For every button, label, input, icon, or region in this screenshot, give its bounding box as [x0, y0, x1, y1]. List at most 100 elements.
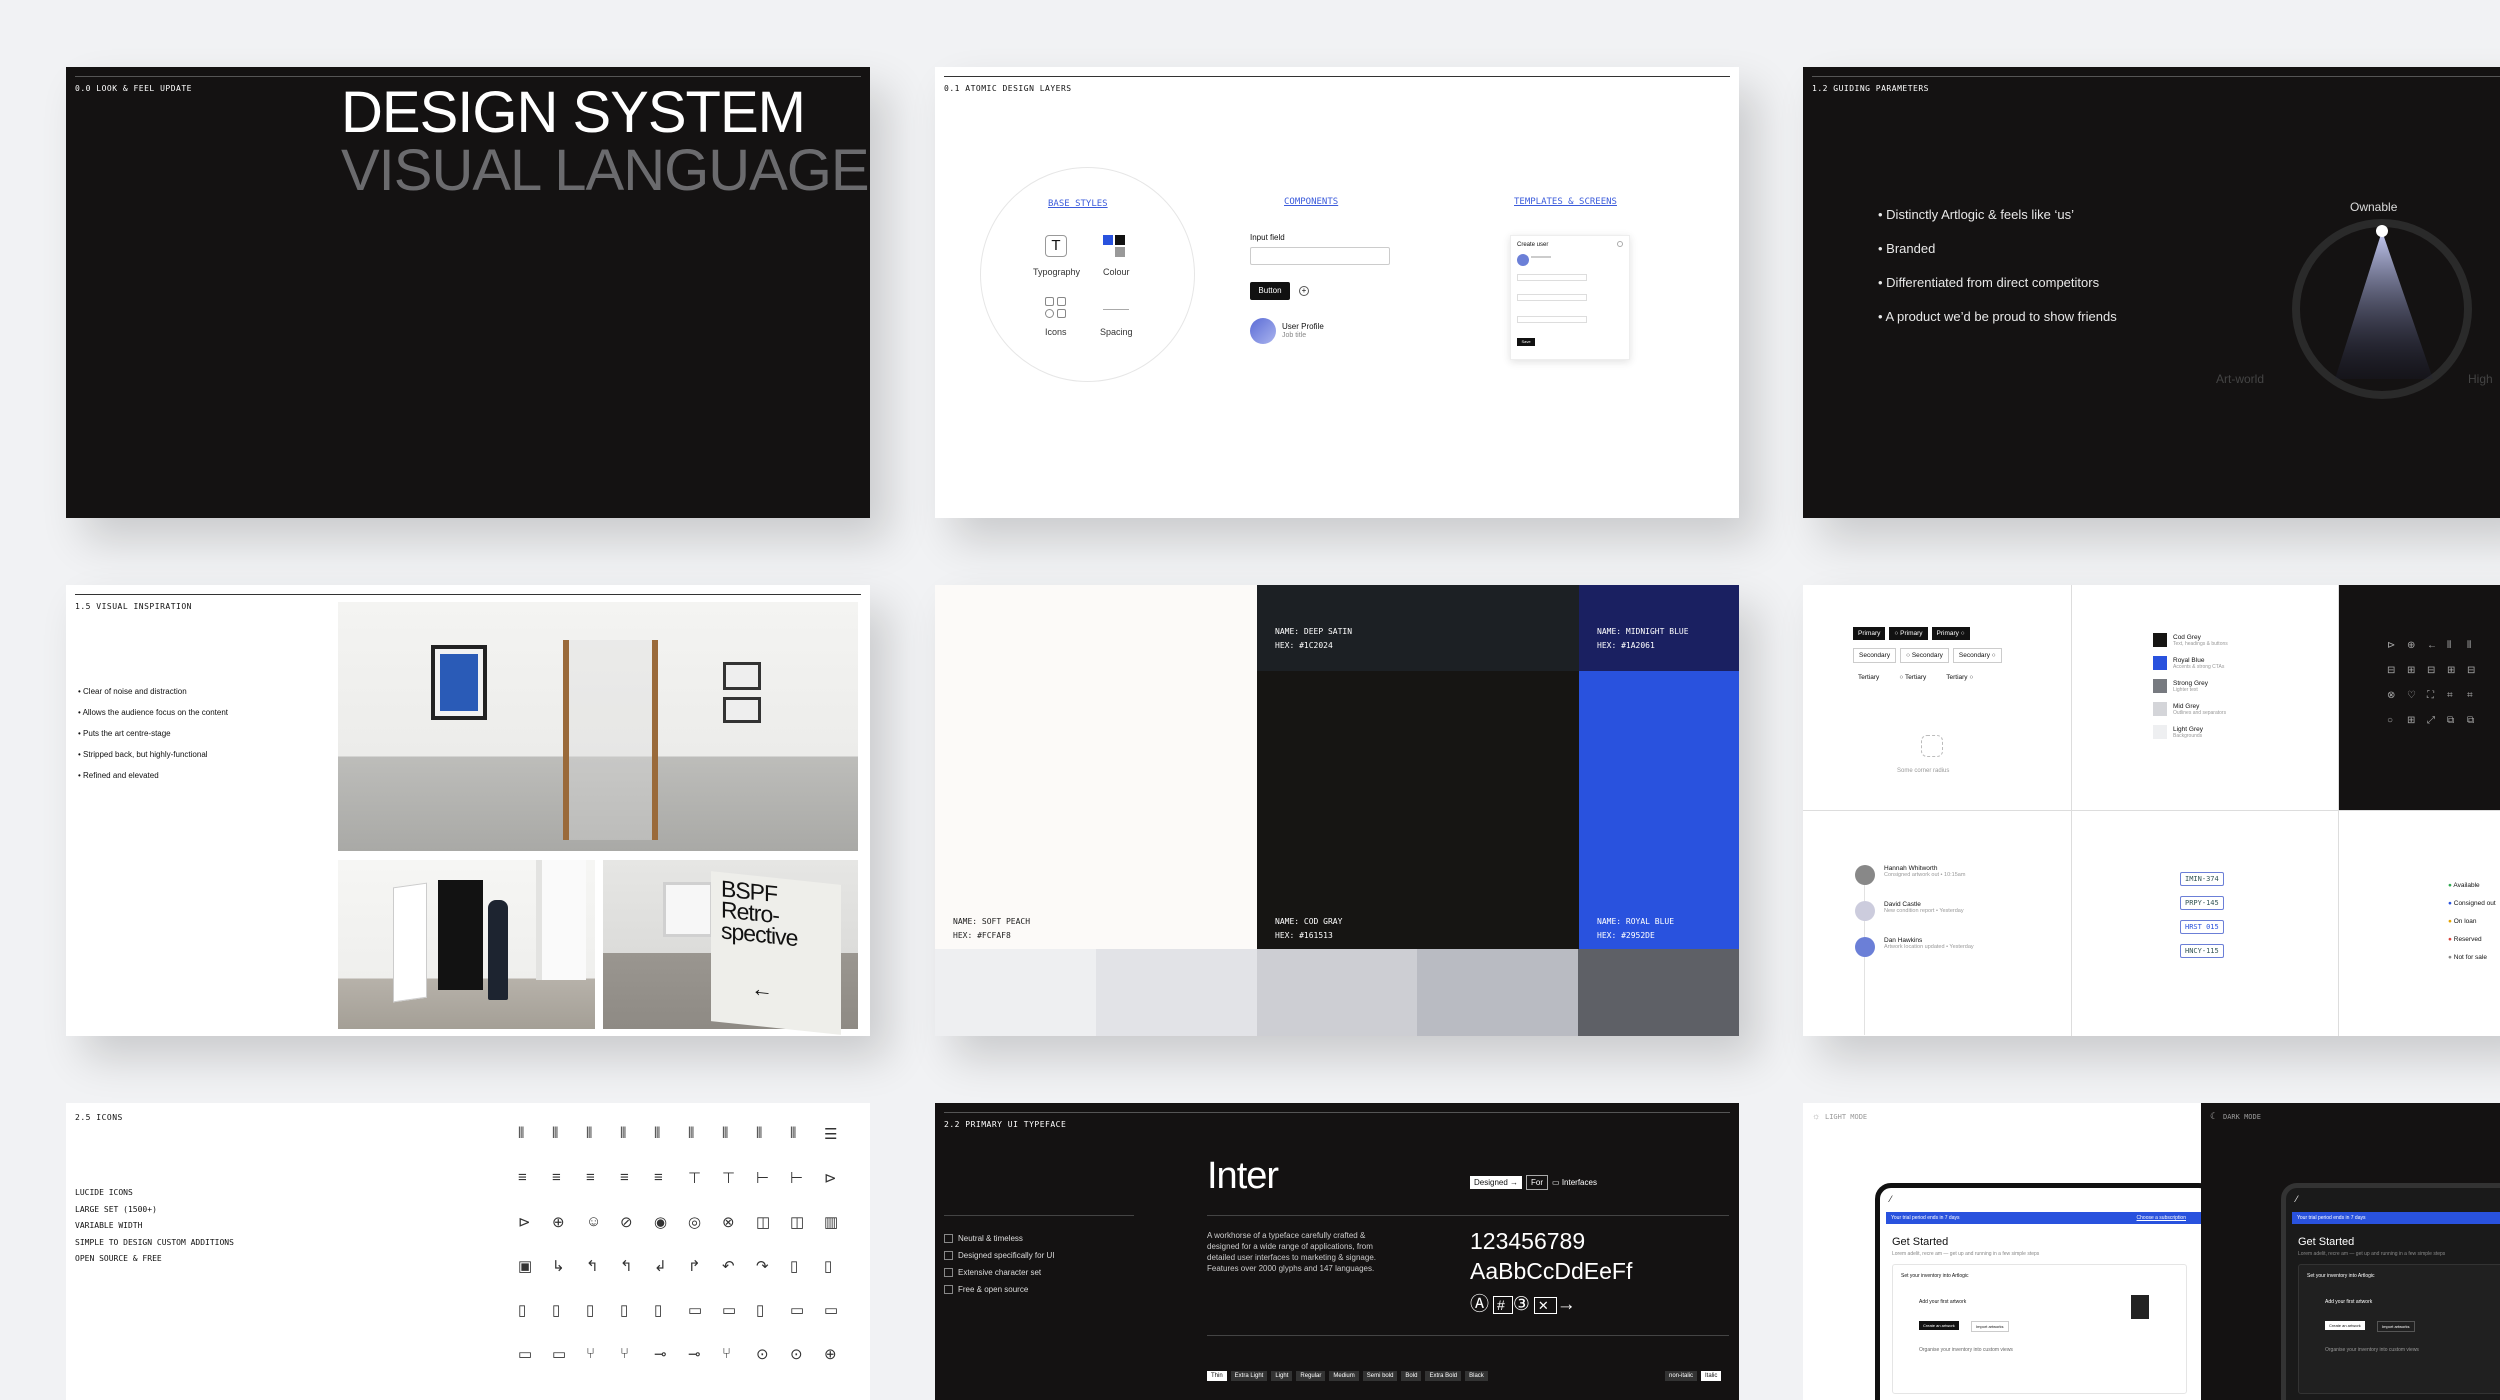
step-title: Set your inventory into Artlogic — [2307, 1273, 2375, 1279]
slash-circle-icon: ⊘ — [620, 1214, 633, 1231]
gallery-photo-installation — [338, 860, 595, 1029]
colour-legend-item: Strong Grey Lighter text — [2153, 679, 2228, 693]
align-vertical-icon: ⫴ — [756, 1125, 763, 1142]
poster-text: BSPF Retro- spective — [721, 875, 798, 952]
swatch-name: NAME: ROYAL BLUE — [1597, 917, 1675, 926]
card-typeface: 2.2 PRIMARY UI TYPEFACE Neutral & timele… — [935, 1103, 1739, 1400]
digits-sample: 123456789 — [1470, 1228, 1586, 1254]
undo-icon: ↶ — [722, 1258, 735, 1275]
weight-chip[interactable]: Thin — [1207, 1371, 1227, 1381]
create-artwork-button[interactable]: Create an artwork — [1919, 1321, 1959, 1330]
user-circle-icon: ◉ — [654, 1214, 668, 1231]
import-artworks-button[interactable]: Import artworks — [1971, 1321, 2009, 1332]
corner-up-right-icon: ↱ — [688, 1258, 701, 1275]
templates-heading[interactable]: TEMPLATES & SCREENS — [1514, 197, 1617, 207]
weight-chip[interactable]: Medium — [1329, 1371, 1359, 1381]
stock-code: IMIN-374 — [2180, 872, 2224, 886]
designed-chip: Designed → — [1470, 1176, 1523, 1189]
primary-button[interactable]: ○ Primary — [1889, 627, 1928, 640]
swatch-hex: HEX: #1A2061 — [1597, 641, 1655, 650]
secondary-button[interactable]: Secondary ○ — [1952, 648, 2002, 663]
plus-circle-icon: ⊕ — [552, 1214, 565, 1231]
weight-chip[interactable]: Regular — [1296, 1371, 1326, 1381]
corner-left-up-icon: ↰ — [586, 1258, 599, 1275]
import-artworks-button[interactable]: Import artworks — [2377, 1321, 2415, 1332]
weight-chip[interactable]: Bold — [1401, 1371, 1422, 1381]
tertiary-button[interactable]: Tertiary ○ — [1941, 671, 1978, 684]
weight-chip[interactable]: Extra Bold — [1425, 1371, 1462, 1381]
stock-code: HRST 015 — [2180, 920, 2224, 934]
parameter-item: • Differentiated from direct competitors — [1878, 275, 2100, 290]
git-commit-icon: ⊸ — [654, 1346, 667, 1363]
git-branch-icon: ⑂ — [586, 1345, 596, 1362]
feature-list: Neutral & timeless Designed specifically… — [944, 1230, 1054, 1298]
status-item: ● Reserved — [2448, 936, 2482, 943]
link-icon: ⊗ — [2387, 690, 2396, 701]
stock-code: HNCY-115 — [2180, 944, 2224, 958]
weight-chip[interactable]: Semi bold — [1362, 1371, 1398, 1381]
primary-button[interactable]: Primary — [1853, 627, 1886, 640]
typography-icon: T — [1045, 235, 1067, 257]
file-icon: ▯ — [756, 1302, 765, 1319]
contacts-step: Organise your inventory into custom view… — [2325, 1347, 2419, 1353]
input-field-label: Input field — [1250, 233, 1285, 242]
profile-role: Job title — [1282, 332, 1307, 339]
corner-radius-label: Some corner radius — [1897, 768, 1950, 774]
gallery-photo-main — [338, 602, 858, 851]
folder-icon: ▭ — [790, 1302, 805, 1319]
avatar — [1250, 318, 1276, 344]
non-italic-chip[interactable]: non-italic — [1665, 1371, 1698, 1381]
icons-icon — [1045, 297, 1069, 321]
dark-mode-label: DARK MODE — [2223, 1113, 2261, 1121]
subscription-link[interactable]: Choose a subscription — [2137, 1215, 2186, 1221]
columns-icon: ◫ — [790, 1214, 805, 1231]
components-heading[interactable]: COMPONENTS — [1284, 197, 1338, 207]
inspiration-item: • Allows the audience focus on the conte… — [78, 708, 229, 717]
interfaces-chip: ▭ Interfaces — [1552, 1178, 1597, 1187]
tertiary-button[interactable]: Tertiary — [1853, 671, 1884, 684]
grid-icon: ⊞ — [2407, 715, 2416, 726]
moon-icon: ☾ — [2210, 1111, 2219, 1121]
create-artwork-button[interactable]: Create an artwork — [2325, 1321, 2365, 1330]
parameter-list: • Distinctly Artlogic & feels like ‘us’ … — [1878, 207, 2117, 343]
icons-description-line: OPEN SOURCE & FREE — [75, 1254, 162, 1263]
italic-chip[interactable]: Italic — [1701, 1371, 1722, 1381]
grey-swatch — [1095, 949, 1257, 1036]
tertiary-button[interactable]: ○ Tertiary — [1894, 671, 1931, 684]
plus-circle-icon[interactable]: + — [1299, 286, 1309, 296]
align-top-icon: ⊤ — [722, 1170, 736, 1187]
align-vertical-icon: ⫴ — [722, 1125, 729, 1142]
arrow-left-icon: ← — [751, 975, 773, 1003]
weight-chip[interactable]: Black — [1465, 1371, 1488, 1381]
feature-item: Free & open source — [944, 1281, 1054, 1298]
smile-icon: ☺ — [586, 1213, 602, 1230]
sample-button[interactable]: Button — [1250, 282, 1290, 300]
glyph-samples: Ⓐ # ③ ✕ → — [1470, 1294, 1580, 1315]
trial-banner: Your trial period ends in 7 days — [2292, 1212, 2500, 1224]
base-styles-heading[interactable]: BASE STYLES — [1048, 199, 1108, 209]
card-icons: 2.5 ICONS LUCIDE ICONS LARGE SET (1500+)… — [66, 1103, 870, 1400]
sample-input-field[interactable] — [1250, 247, 1390, 265]
typeface-name: Inter — [1207, 1155, 1279, 1197]
add-artwork-title: Add your first artwork — [1919, 1299, 1967, 1305]
secondary-button[interactable]: Secondary — [1853, 648, 1897, 663]
parameter-triangle-diagram — [2292, 219, 2472, 399]
template-screen-preview: Create user Save — [1510, 235, 1630, 360]
copy-icon: ⧉ — [2447, 715, 2455, 726]
screen-save-button: Save — [1517, 338, 1535, 346]
typography-label: Typography — [1033, 267, 1081, 277]
weight-chip[interactable]: Light — [1271, 1371, 1293, 1381]
icons-description: LUCIDE ICONS LARGE SET (1500+) VARIABLE … — [75, 1185, 234, 1268]
inspiration-item: • Clear of noise and distraction — [78, 687, 187, 696]
primary-button[interactable]: Primary ○ — [1931, 627, 1970, 640]
git-commit-icon: ⊸ — [688, 1346, 701, 1363]
frame-icon: ⌗ — [2447, 690, 2453, 701]
dark-mode-panel: ☾ DARK MODE ⁄ Your trial period ends in … — [2201, 1103, 2500, 1400]
stock-code: PRPY-145 — [2180, 896, 2224, 910]
weight-chip[interactable]: Extra Light — [1230, 1371, 1268, 1381]
letters-sample: AaBbCcDdEeFf — [1470, 1258, 1633, 1284]
play-circle-icon: ⊳ — [518, 1214, 531, 1231]
parameter-item: • Branded — [1878, 241, 1936, 256]
secondary-button[interactable]: ○ Secondary — [1900, 648, 1949, 663]
swatch-hex: HEX: #FCFAF8 — [953, 931, 1011, 940]
